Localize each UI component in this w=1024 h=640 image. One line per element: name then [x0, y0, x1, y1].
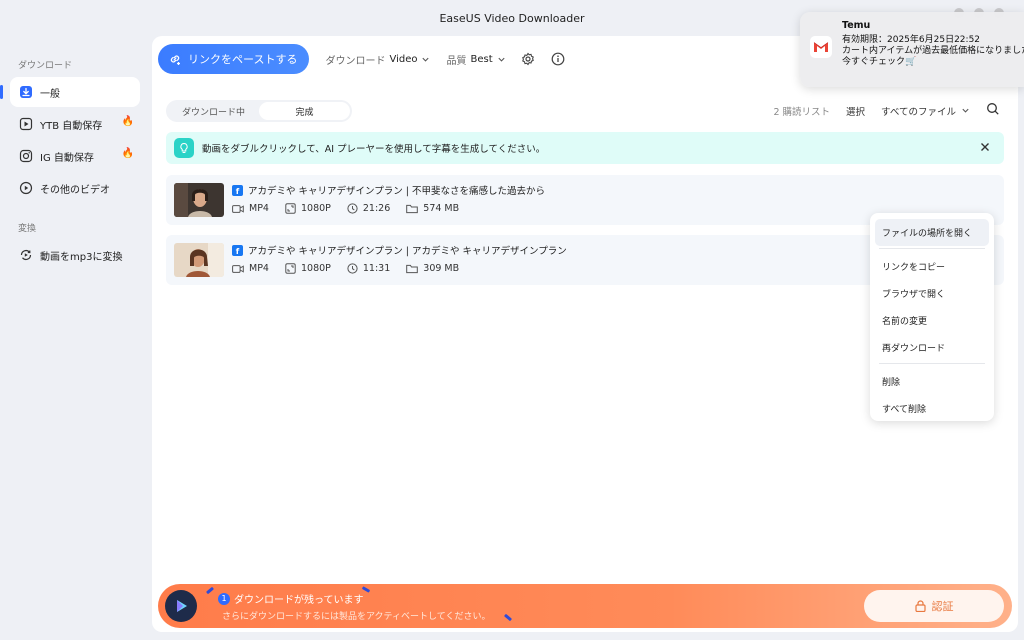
context-menu: ファイルの場所を開く リンクをコピー ブラウザで開く 名前の変更 再ダウンロード…: [870, 213, 994, 421]
sidebar-item-label: YTB 自動保存: [40, 120, 103, 132]
video-duration: 11:31: [362, 263, 391, 274]
sidebar-item-ytb-autosave[interactable]: YTB 自動保存 🔥: [10, 109, 140, 139]
folder-icon: [406, 264, 419, 273]
sidebar: ダウンロード 一般 YTB 自動保存 🔥 IG 自動保存 🔥 その他のビデオ 変…: [0, 50, 150, 272]
watch-list-link[interactable]: 2 購読リスト: [773, 104, 830, 118]
quality-select[interactable]: 品質 Best: [446, 52, 505, 67]
sidebar-section-download: ダウンロード: [18, 61, 73, 71]
banner-text: 動画をダブルクリックして、AI プレーヤーを使用して字幕を生成してください。: [202, 144, 546, 155]
sidebar-item-label: IG 自動保存: [40, 152, 94, 164]
file-filter-select[interactable]: すべてのファイル: [881, 104, 970, 118]
close-icon[interactable]: [978, 140, 992, 154]
status-tabs: ダウンロード中 完成: [166, 100, 352, 122]
menu-item-delete[interactable]: 削除: [875, 368, 989, 395]
facebook-icon: f: [232, 244, 243, 256]
video-duration: 21:26: [362, 203, 391, 214]
download-type-label: ダウンロード: [325, 55, 386, 67]
system-notification[interactable]: Temu 有効期限：2025年6月25日22:52 カート内アイテムが過去最低価…: [800, 12, 1024, 87]
video-camera-icon: [232, 264, 244, 273]
fire-icon: 🔥: [121, 148, 134, 159]
clock-icon: [347, 203, 358, 214]
video-resolution: 1080P: [300, 203, 331, 214]
circle-play-icon: [18, 180, 34, 196]
video-title-text: アカデミや キャリアデザインプラン | 不甲斐なさを痛感した過去から: [248, 186, 545, 197]
menu-item-redownload[interactable]: 再ダウンロード: [875, 334, 989, 361]
gmail-icon: [810, 36, 832, 58]
notification-line-3: 今すぐチェック🛒: [842, 57, 917, 67]
sidebar-item-ig-autosave[interactable]: IG 自動保存 🔥: [10, 141, 140, 171]
lightbulb-icon: [174, 138, 194, 158]
list-actions: 2 購読リスト 選択 すべてのファイル: [773, 102, 1000, 119]
paste-link-label: リンクをペーストする: [188, 54, 298, 66]
resolution-icon: [285, 203, 296, 214]
video-resolution: 1080P: [300, 263, 331, 274]
remaining-downloads: 1 ダウンロードが残っています: [218, 591, 364, 606]
resolution-icon: [285, 263, 296, 274]
activate-button[interactable]: 認証: [864, 590, 1004, 622]
lock-icon: [914, 600, 926, 612]
menu-item-open-location[interactable]: ファイルの場所を開く: [875, 219, 989, 246]
sidebar-item-label: 一般: [40, 88, 60, 100]
notification-app: Temu: [842, 20, 871, 31]
remaining-count: 1: [218, 592, 230, 605]
confetti-decoration: [503, 613, 513, 622]
video-thumbnail: [174, 183, 224, 217]
activation-hint: さらにダウンロードするには製品をアクティベートしてください。: [222, 612, 491, 622]
ai-subtitle-banner: 動画をダブルクリックして、AI プレーヤーを使用して字幕を生成してください。: [166, 132, 1004, 164]
tab-downloading[interactable]: ダウンロード中: [168, 102, 259, 120]
sidebar-item-label: 動画をmp3に変換: [40, 251, 123, 263]
video-title: f アカデミや キャリアデザインプラン | アカデミや キャリアデザインプラン: [232, 243, 567, 257]
video-format: MP4: [249, 203, 269, 214]
convert-icon: [18, 247, 34, 263]
confetti-decoration: [205, 586, 215, 595]
download-type-select[interactable]: ダウンロード Video: [325, 52, 430, 67]
file-filter-value: すべてのファイル: [881, 106, 956, 118]
window-title: EaseUS Video Downloader: [439, 11, 585, 25]
video-title: f アカデミや キャリアデザインプラン | 不甲斐なさを痛感した過去から: [232, 183, 545, 197]
menu-item-rename[interactable]: 名前の変更: [875, 307, 989, 334]
video-thumbnail: [174, 243, 224, 277]
search-icon[interactable]: [986, 102, 1000, 119]
remaining-text: ダウンロードが残っています: [234, 595, 364, 606]
chevron-down-icon: [962, 108, 969, 113]
video-meta: MP4 1080P 11:31 309 MB: [232, 263, 475, 274]
menu-item-copy-link[interactable]: リンクをコピー: [875, 253, 989, 280]
clock-icon: [347, 263, 358, 274]
instagram-icon: [18, 148, 34, 164]
sidebar-item-general[interactable]: 一般: [0, 77, 140, 107]
chevron-down-icon: [498, 57, 505, 62]
folder-icon: [406, 204, 419, 213]
sidebar-item-label: その他のビデオ: [40, 184, 110, 196]
paste-link-button[interactable]: リンクをペーストする: [158, 44, 310, 74]
quality-value: Best: [470, 53, 493, 65]
video-size: 574 MB: [423, 203, 460, 214]
video-title-text: アカデミや キャリアデザインプラン | アカデミや キャリアデザインプラン: [248, 246, 567, 257]
menu-item-open-browser[interactable]: ブラウザで開く: [875, 280, 989, 307]
info-icon[interactable]: [550, 51, 566, 67]
sidebar-item-other-videos[interactable]: その他のビデオ: [10, 173, 140, 203]
app-logo-icon: [165, 590, 197, 622]
select-button[interactable]: 選択: [846, 104, 865, 118]
download-icon: [18, 84, 34, 100]
activation-bar: 1 ダウンロードが残っています さらにダウンロードするには製品をアクティベートし…: [158, 584, 1012, 628]
quality-label: 品質: [446, 55, 467, 67]
menu-separator: [879, 363, 985, 364]
activate-label: 認証: [931, 601, 954, 613]
menu-item-delete-all[interactable]: すべて削除: [875, 395, 989, 422]
facebook-icon: f: [232, 184, 243, 196]
download-type-value: Video: [389, 53, 418, 65]
menu-separator: [879, 248, 985, 249]
fire-icon: 🔥: [121, 116, 134, 127]
sidebar-item-convert-mp3[interactable]: 動画をmp3に変換: [10, 240, 140, 270]
play-icon: [18, 116, 34, 132]
chevron-down-icon: [422, 57, 430, 62]
settings-gear-icon[interactable]: [520, 51, 536, 67]
video-format: MP4: [249, 263, 269, 274]
video-camera-icon: [232, 204, 244, 213]
sidebar-section-convert: 変換: [18, 224, 37, 234]
video-size: 309 MB: [423, 263, 460, 274]
video-meta: MP4 1080P 21:26 574 MB: [232, 203, 475, 214]
tab-completed[interactable]: 完成: [259, 102, 350, 120]
link-add-icon: [170, 55, 180, 65]
